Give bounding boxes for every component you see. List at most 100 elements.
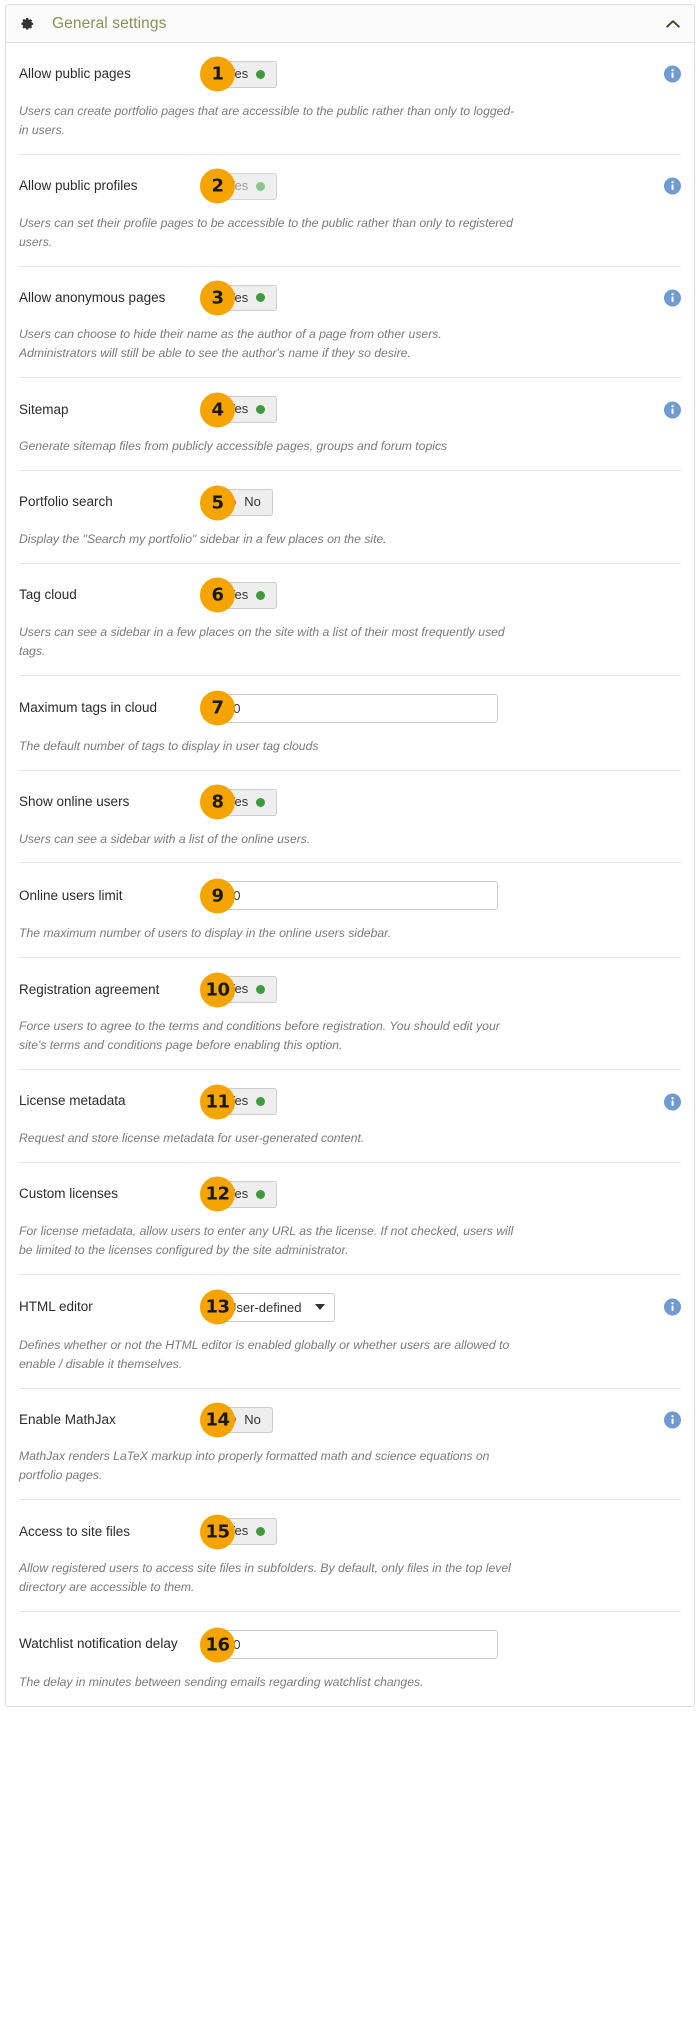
setting-control-area xyxy=(215,881,681,911)
setting-label: Portfolio search xyxy=(19,494,113,510)
setting-control-area: Yes xyxy=(215,976,681,1004)
setting-description: Users can set their profile pages to be … xyxy=(19,215,513,249)
setting-row-top: Show online users Yes 8 xyxy=(19,784,681,820)
setting-description: The default number of tags to display in… xyxy=(19,738,319,753)
settings-page: General settings Allow public pages Yes 1 U… xyxy=(0,0,700,2044)
info-icon[interactable] xyxy=(664,1411,681,1429)
setting-row: Online users limit 9 The maximum number of… xyxy=(19,863,681,959)
setting-control-area: No xyxy=(215,1406,681,1434)
setting-label: Allow public profiles xyxy=(19,178,138,194)
setting-description: The maximum number of users to display i… xyxy=(19,926,392,941)
step-number-badge: 16 xyxy=(200,1627,235,1662)
card-title: General settings xyxy=(52,14,167,32)
step-number-badge: 10 xyxy=(200,972,235,1008)
setting-label: Access to site files xyxy=(19,1523,131,1539)
setting-description: Users can create portfolio pages that ar… xyxy=(19,103,515,137)
setting-control-area: No xyxy=(215,489,681,517)
text-input[interactable] xyxy=(215,1630,498,1659)
chevron-down-icon xyxy=(315,1304,326,1311)
setting-row-top: Custom licenses Yes 12 xyxy=(19,1176,681,1212)
status-dot-on xyxy=(256,985,266,995)
step-number-badge: 11 xyxy=(200,1084,235,1120)
setting-row-top: License metadata Yes 11 xyxy=(19,1084,681,1120)
info-icon[interactable] xyxy=(664,1298,681,1316)
setting-row: Show online users Yes 8 Users can see a sid… xyxy=(19,771,681,864)
setting-label: License metadata xyxy=(19,1093,126,1109)
setting-row-top: Registration agreement Yes 10 xyxy=(19,972,681,1008)
setting-control-area: Yes xyxy=(215,1518,681,1546)
step-number-badge: 14 xyxy=(200,1402,235,1438)
setting-description: Defines whether or not the HTML editor i… xyxy=(19,1337,510,1371)
setting-row: Portfolio search No 5 Display the "Search m… xyxy=(19,471,681,564)
setting-control-area: Yes xyxy=(215,172,681,200)
setting-row: Custom licenses Yes 12 For license metadata… xyxy=(19,1163,681,1275)
step-number-badge: 6 xyxy=(200,577,235,613)
setting-row: Allow public profiles Yes 2 Users can set t… xyxy=(19,155,681,267)
setting-label: Custom licenses xyxy=(19,1186,119,1202)
setting-control-area: Yes xyxy=(215,581,681,609)
status-dot-on xyxy=(256,405,266,415)
info-icon[interactable] xyxy=(664,177,681,195)
setting-control-area: Yes xyxy=(215,396,681,424)
setting-row-top: Allow public pages Yes 1 xyxy=(19,56,681,92)
general-settings-card: General settings Allow public pages Yes 1 U… xyxy=(5,4,695,1707)
status-dot-on xyxy=(256,590,266,600)
setting-label: Allow public pages xyxy=(19,66,131,82)
setting-row-top: Tag cloud Yes 6 xyxy=(19,577,681,613)
chevron-up-icon[interactable] xyxy=(666,19,680,29)
gear-icon xyxy=(21,17,34,30)
setting-row-top: Portfolio search No 5 xyxy=(19,485,681,521)
setting-row-top: Enable MathJax No 14 xyxy=(19,1402,681,1438)
setting-row: Allow public pages Yes 1 Users can create p… xyxy=(19,43,681,155)
setting-description: Users can see a sidebar with a list of t… xyxy=(19,831,311,846)
setting-control-area: Yes xyxy=(215,788,681,816)
status-dot-on xyxy=(256,293,266,303)
setting-control-area: Yes xyxy=(215,284,681,312)
setting-control-area xyxy=(215,693,681,723)
setting-description: Users can see a sidebar in a few places … xyxy=(19,624,505,658)
setting-description: The delay in minutes between sending ema… xyxy=(19,1675,424,1689)
setting-label: Registration agreement xyxy=(19,981,160,997)
step-number-badge: 4 xyxy=(200,392,235,428)
toggle-label: No xyxy=(244,1411,261,1427)
setting-row: HTML editor User-defined 13 Defines whether… xyxy=(19,1275,681,1389)
step-number-badge: 1 xyxy=(200,56,235,92)
card-header[interactable]: General settings xyxy=(6,5,694,43)
status-dot-on xyxy=(256,797,266,807)
setting-label: Allow anonymous pages xyxy=(19,289,166,305)
text-input[interactable] xyxy=(215,881,498,911)
setting-row: Tag cloud Yes 6 Users can see a sidebar in … xyxy=(19,564,681,676)
setting-description: Generate sitemap files from publicly acc… xyxy=(19,439,448,454)
setting-control-area: User-defined xyxy=(215,1292,681,1322)
step-number-badge: 8 xyxy=(200,784,235,820)
setting-description: Allow registered users to access site fi… xyxy=(19,1561,511,1595)
text-input[interactable] xyxy=(215,693,498,723)
setting-row-top: Access to site files Yes 15 xyxy=(19,1514,681,1550)
setting-label: Tag cloud xyxy=(19,587,77,603)
settings-row-list: Allow public pages Yes 1 Users can create p… xyxy=(6,43,694,1706)
status-dot-on xyxy=(256,69,266,79)
select-value: User-defined xyxy=(227,1299,302,1315)
setting-row: Registration agreement Yes 10 Force users t… xyxy=(19,958,681,1071)
step-number-badge: 9 xyxy=(200,878,235,914)
setting-description: Display the "Search my portfolio" sideba… xyxy=(19,532,387,547)
setting-control-area: Yes xyxy=(215,1180,681,1208)
info-icon[interactable] xyxy=(664,1093,681,1111)
step-number-badge: 13 xyxy=(200,1289,235,1325)
setting-row-top: HTML editor User-defined 13 xyxy=(19,1289,681,1325)
step-number-badge: 5 xyxy=(200,485,235,521)
info-icon[interactable] xyxy=(664,65,681,83)
setting-row-top: Allow anonymous pages Yes 3 xyxy=(19,280,681,316)
setting-description: Request and store license metadata for u… xyxy=(19,1131,365,1146)
setting-control-area: Yes xyxy=(215,1088,681,1116)
status-dot-on xyxy=(256,1097,266,1107)
setting-label: Enable MathJax xyxy=(19,1411,116,1427)
setting-label: HTML editor xyxy=(19,1299,93,1315)
setting-row: Maximum tags in cloud 7 The default number… xyxy=(19,676,681,771)
status-dot-on xyxy=(256,1189,266,1199)
info-icon[interactable] xyxy=(664,401,681,419)
setting-description: Users can choose to hide their name as t… xyxy=(19,327,442,361)
info-icon[interactable] xyxy=(664,289,681,307)
setting-row: Sitemap Yes 4 Generate sitemap files from p… xyxy=(19,378,681,472)
setting-row-top: Online users limit 9 xyxy=(19,878,681,914)
